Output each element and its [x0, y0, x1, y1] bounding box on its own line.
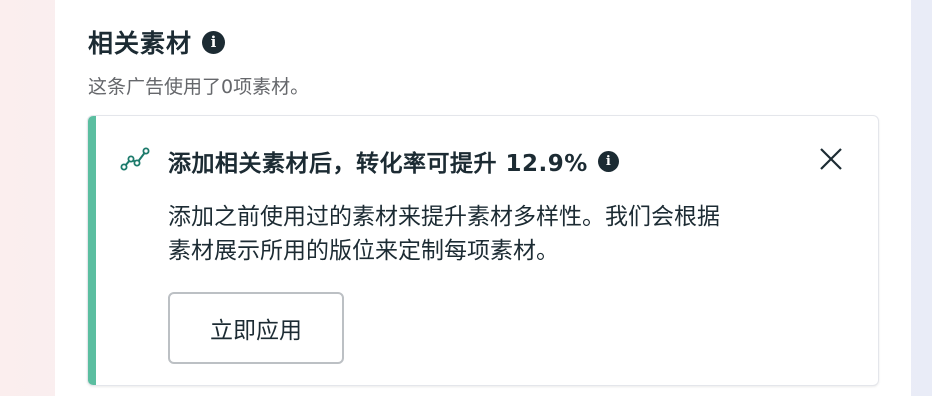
related-assets-panel: 相关素材 i 这条广告使用了0项素材。 添加相关素材后，转化率可提升 12.9%… — [55, 0, 911, 396]
section-header: 相关素材 i — [88, 24, 226, 60]
recommendation-card: 添加相关素材后，转化率可提升 12.9% i 添加之前使用过的素材来提升素材多样… — [87, 115, 879, 386]
section-subtitle: 这条广告使用了0项素材。 — [88, 76, 310, 98]
trend-line-icon — [120, 147, 150, 171]
recommendation-body: 添加之前使用过的素材来提升素材多样性。我们会根据 素材展示所用的版位来定制每项素… — [168, 200, 858, 268]
card-accent-bar — [88, 116, 96, 385]
recommendation-title-row: 添加相关素材后，转化率可提升 12.9% i — [168, 144, 619, 178]
section-title: 相关素材 — [88, 29, 193, 58]
recommendation-title: 添加相关素材后，转化率可提升 12.9% — [168, 151, 588, 177]
body-line-2: 素材展示所用的版位来定制每项素材。 — [168, 238, 559, 264]
body-line-1: 添加之前使用过的素材来提升素材多样性。我们会根据 — [168, 204, 720, 230]
apply-now-button[interactable]: 立即应用 — [168, 292, 344, 364]
close-icon[interactable] — [816, 144, 846, 174]
info-icon[interactable]: i — [597, 150, 619, 172]
info-icon[interactable]: i — [202, 30, 226, 54]
